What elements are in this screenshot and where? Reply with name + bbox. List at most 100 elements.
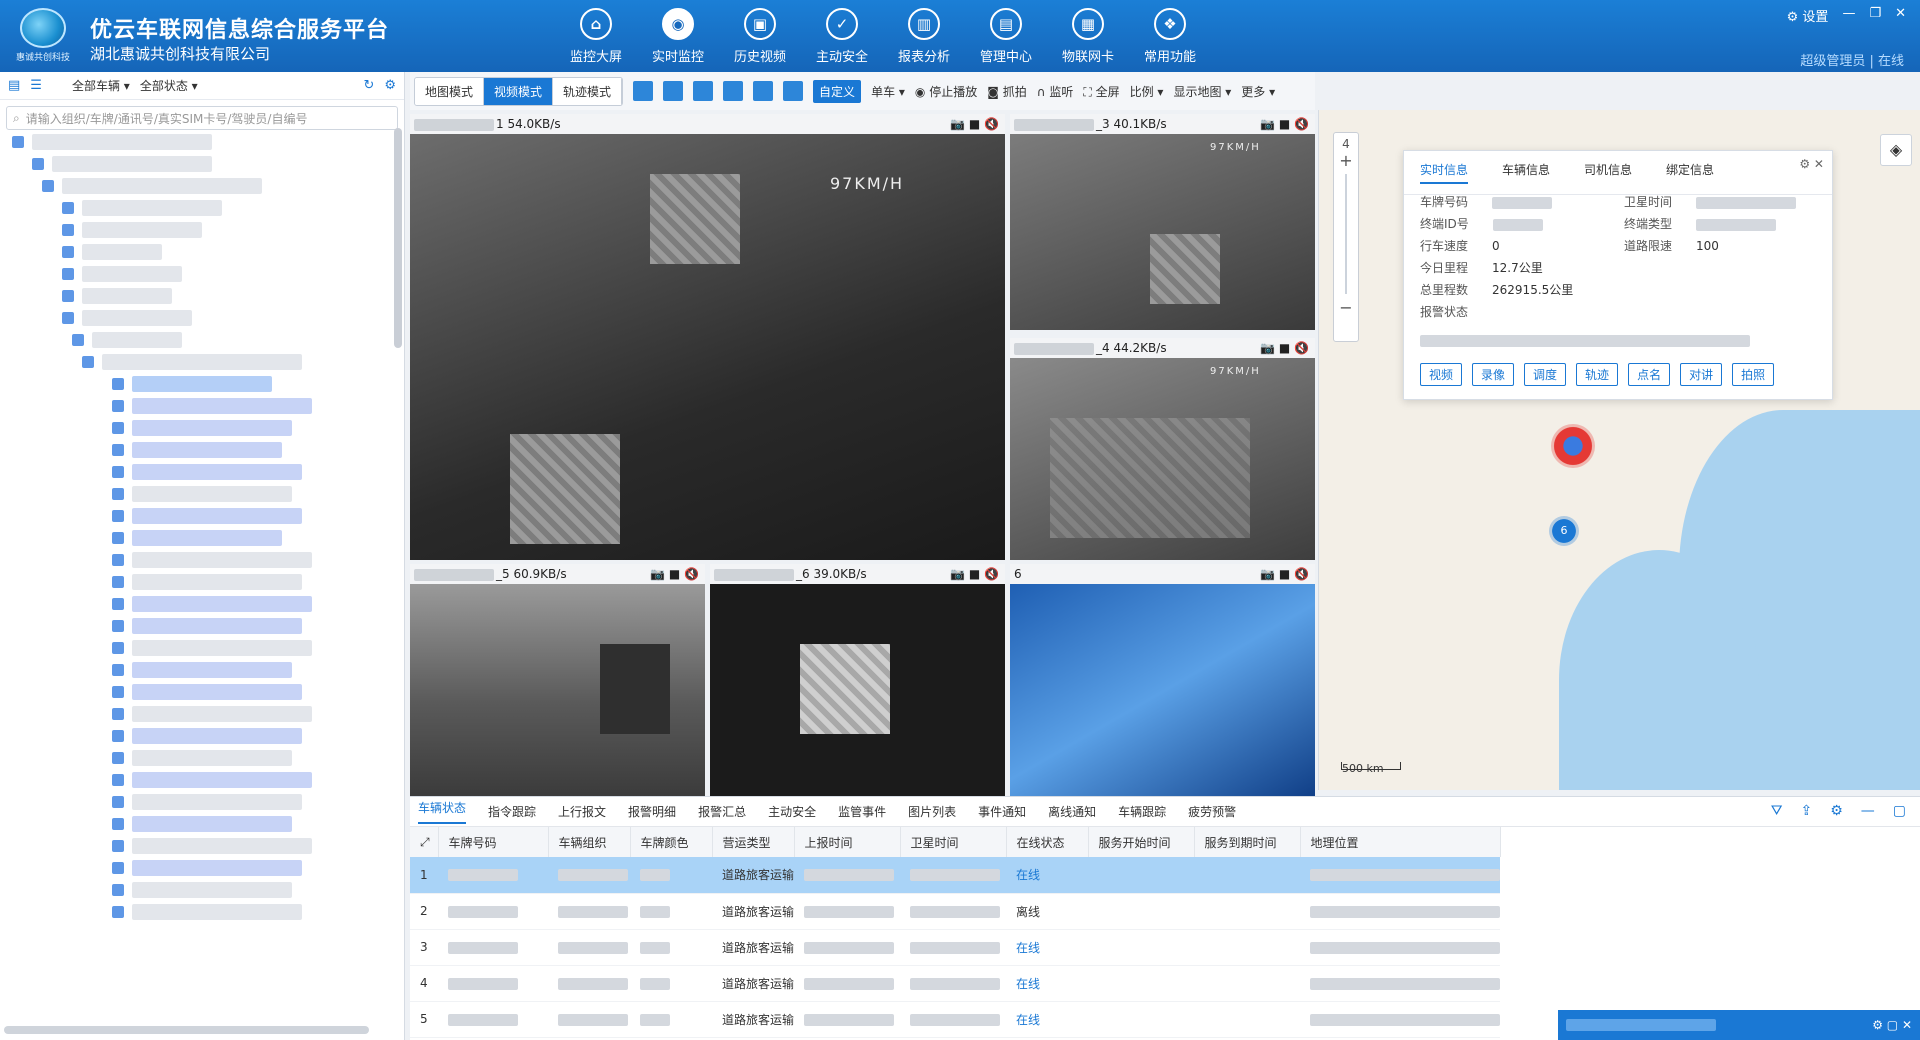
settings-icon[interactable]: ⚙ — [1830, 803, 1843, 819]
notification-popup[interactable]: ⚙ ▢ ✕ — [1558, 1010, 1920, 1040]
all-status-dropdown[interactable]: 全部状态 ▾ — [140, 77, 198, 94]
tree-item[interactable] — [132, 618, 302, 634]
list-view-icon[interactable]: ☰ — [30, 78, 42, 93]
listen-button[interactable]: ∩ 监听 — [1037, 83, 1074, 100]
tree-item[interactable] — [132, 816, 292, 832]
tree-item[interactable] — [92, 332, 182, 348]
tree-item[interactable] — [132, 750, 292, 766]
tree-item[interactable] — [132, 794, 302, 810]
nav-item-common[interactable]: ❖ 常用功能 — [1129, 4, 1211, 68]
tree-node-icon[interactable] — [112, 686, 124, 698]
fullscreen-button[interactable]: ⛶ 全屏 — [1083, 83, 1119, 100]
tree-node-icon[interactable] — [62, 268, 74, 280]
tree-node-icon[interactable] — [112, 598, 124, 610]
map-panel[interactable]: 4 + − ◈ ⚙ ✕ 实时信息 车辆信息 司机信息 绑定信息 车牌号码 终端I… — [1318, 110, 1920, 790]
custom-layout-button[interactable]: 自定义 — [813, 79, 862, 103]
tree-item[interactable] — [132, 464, 302, 480]
tree-item[interactable] — [132, 398, 312, 414]
tree-node-icon[interactable] — [112, 620, 124, 632]
nav-item-history-video[interactable]: ▣ 历史视频 — [719, 4, 801, 68]
zoom-out-button[interactable]: − — [1334, 298, 1358, 317]
close-button[interactable]: ✕ — [1895, 6, 1906, 25]
tree-node-icon[interactable] — [112, 906, 124, 918]
track-mode-tab[interactable]: 轨迹模式 — [553, 77, 623, 105]
column-header[interactable]: 在线状态 — [1006, 827, 1089, 857]
video-controls[interactable]: 📷 ■ 🔇 — [1260, 114, 1309, 134]
tree-node-icon[interactable] — [112, 642, 124, 654]
tree-settings-icon[interactable]: ⚙ — [384, 78, 396, 93]
tree-node-icon[interactable] — [42, 180, 54, 192]
column-header[interactable]: 服务开始时间 — [1088, 827, 1195, 857]
tree-node-icon[interactable] — [82, 356, 94, 368]
tree-item[interactable] — [62, 178, 262, 194]
tree-node-icon[interactable] — [112, 554, 124, 566]
tree-item[interactable] — [132, 860, 302, 876]
tree-item[interactable] — [132, 684, 302, 700]
tree-item[interactable] — [82, 288, 172, 304]
bottom-tab[interactable]: 疲劳预警 — [1188, 803, 1236, 820]
tree-node-icon[interactable] — [62, 246, 74, 258]
tree-item[interactable] — [132, 552, 312, 568]
tree-item[interactable] — [132, 728, 302, 744]
tree-node-icon[interactable] — [112, 818, 124, 830]
tree-item[interactable] — [82, 266, 182, 282]
video-action-button[interactable]: 视频 — [1420, 363, 1463, 386]
layers-icon[interactable]: ◈ — [1880, 134, 1912, 166]
bottom-tab[interactable]: 图片列表 — [908, 803, 956, 820]
tree-node-icon[interactable] — [112, 708, 124, 720]
bottom-tab[interactable]: 上行报文 — [558, 803, 606, 820]
video-mode-tab[interactable]: 视频模式 — [484, 77, 554, 105]
nav-item-iot-card[interactable]: ▦ 物联网卡 — [1047, 4, 1129, 68]
tree-item[interactable] — [132, 530, 282, 546]
popup-controls[interactable]: ⚙ ▢ ✕ — [1872, 1018, 1912, 1032]
column-header[interactable]: 地理位置 — [1300, 827, 1501, 857]
column-header[interactable]: 卫星时间 — [900, 827, 1007, 857]
tree-node-icon[interactable] — [112, 444, 124, 456]
tree-node-icon[interactable] — [32, 158, 44, 170]
tree-item[interactable] — [82, 222, 202, 238]
tree-node-icon[interactable] — [112, 840, 124, 852]
layout-1-icon[interactable] — [633, 81, 654, 101]
layout-16-icon[interactable] — [783, 81, 804, 101]
more-dropdown[interactable]: 更多 ▾ — [1241, 83, 1275, 100]
column-header[interactable]: 车牌颜色 — [630, 827, 713, 857]
bottom-tab[interactable]: 指令跟踪 — [488, 803, 536, 820]
tree-node-icon[interactable] — [112, 730, 124, 742]
filter-icon[interactable]: ⛛ — [1771, 803, 1783, 819]
zoom-in-button[interactable]: + — [1334, 151, 1358, 170]
show-map-dropdown[interactable]: 显示地图 ▾ — [1173, 83, 1231, 100]
table-row[interactable]: 2 道路旅客运输 离线 — [410, 893, 1500, 930]
tree-node-icon[interactable] — [112, 884, 124, 896]
rollcall-action-button[interactable]: 点名 — [1628, 363, 1671, 386]
tree-node-icon[interactable] — [112, 466, 124, 478]
tree-item[interactable] — [82, 310, 192, 326]
tree-item[interactable] — [132, 882, 292, 898]
tree-item[interactable] — [132, 508, 302, 524]
tree-item[interactable] — [132, 640, 312, 656]
table-row[interactable]: 5 道路旅客运输 在线 — [410, 1001, 1500, 1038]
tree-item[interactable] — [132, 574, 302, 590]
photo-action-button[interactable]: 拍照 — [1732, 363, 1775, 386]
table-row[interactable]: 4 道路旅客运输 在线 — [410, 965, 1500, 1002]
video-window-3[interactable]: _4 44.2KB/s 📷 ■ 🔇 97KM/H — [1010, 338, 1315, 560]
nav-item-management[interactable]: ▤ 管理中心 — [965, 4, 1047, 68]
bottom-tab[interactable]: 报警明细 — [628, 803, 676, 820]
video-window-1[interactable]: 1 54.0KB/s 📷 ■ 🔇 97KM/H — [410, 114, 1005, 560]
intercom-action-button[interactable]: 对讲 — [1680, 363, 1723, 386]
nav-item-reports[interactable]: ▥ 报表分析 — [883, 4, 965, 68]
nav-item-realtime[interactable]: ◉ 实时监控 — [637, 4, 719, 68]
column-header[interactable]: 车牌号码 — [438, 827, 549, 857]
tree-node-icon[interactable] — [112, 400, 124, 412]
table-row[interactable]: 3 道路旅客运输 在线 — [410, 929, 1500, 966]
ratio-dropdown[interactable]: 比例 ▾ — [1130, 83, 1164, 100]
tree-item[interactable] — [82, 244, 162, 260]
video-controls[interactable]: 📷 ■ 🔇 — [950, 564, 999, 584]
video-controls[interactable]: 📷 ■ 🔇 — [1260, 338, 1309, 358]
tree-item[interactable] — [132, 706, 312, 722]
tree-item[interactable] — [32, 134, 212, 150]
tree-node-icon[interactable] — [112, 422, 124, 434]
bottom-tab[interactable]: 事件通知 — [978, 803, 1026, 820]
single-vehicle-dropdown[interactable]: 单车 ▾ — [871, 83, 905, 100]
tree-node-icon[interactable] — [62, 202, 74, 214]
column-header[interactable]: 营运类型 — [712, 827, 795, 857]
